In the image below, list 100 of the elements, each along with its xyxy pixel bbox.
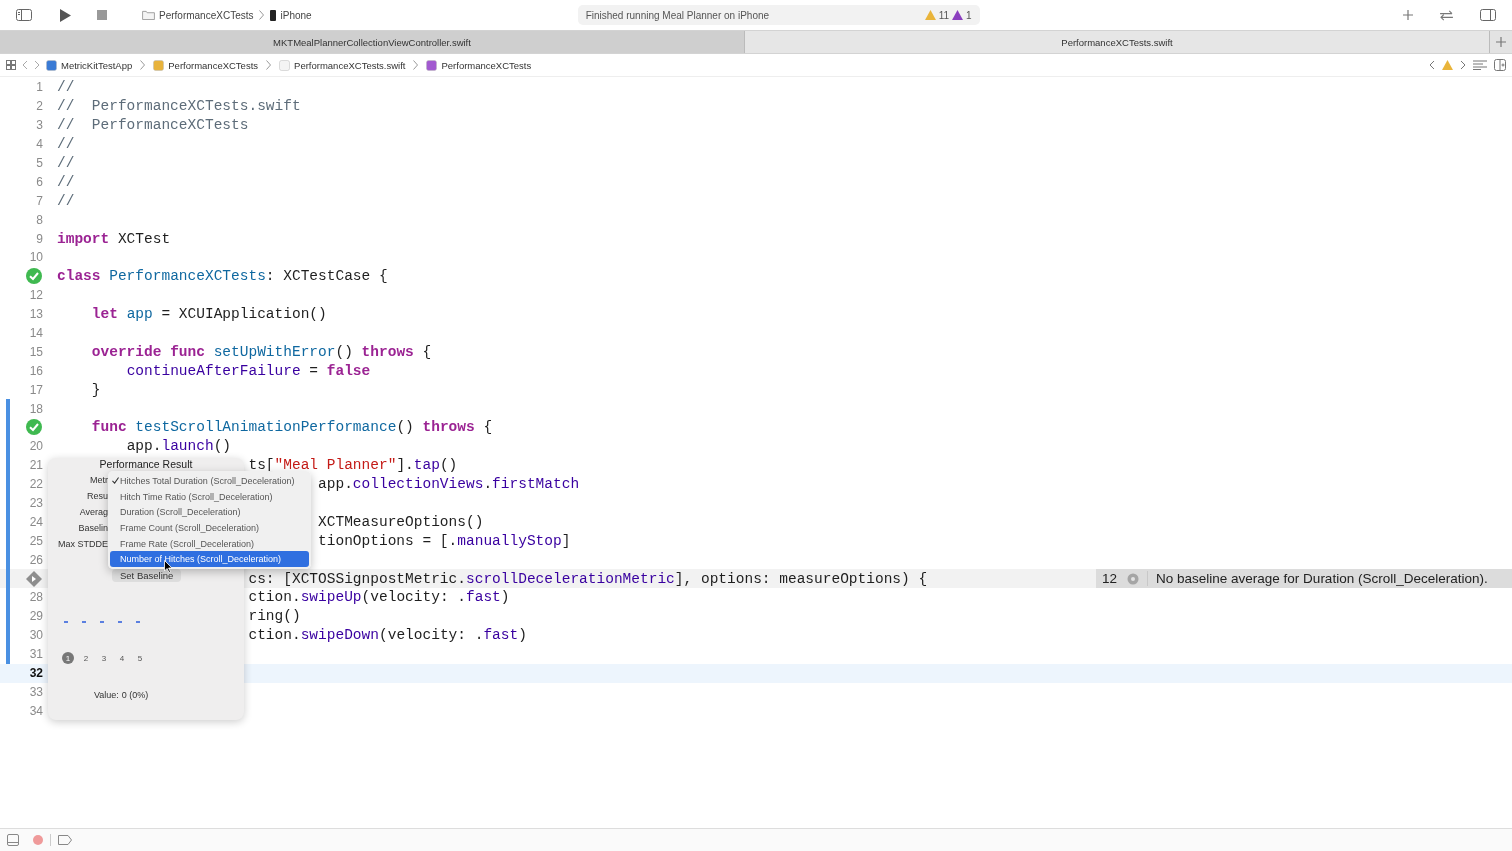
warning-icon[interactable] bbox=[924, 10, 936, 20]
menu-item[interactable]: Hitches Total Duration (Scroll_Deceleration) bbox=[110, 473, 309, 489]
warning-count: 11 bbox=[938, 9, 950, 21]
warning-icon[interactable] bbox=[1442, 60, 1453, 70]
code-line: continueAfterFailure = false bbox=[126, 362, 371, 379]
line-number: 24 bbox=[29, 514, 43, 529]
code-line: class PerformanceXCTests: XCTestCase { bbox=[57, 268, 388, 285]
line-number: 3 bbox=[36, 118, 43, 133]
line-number: 12 bbox=[29, 288, 43, 303]
line-number: 1 bbox=[36, 80, 43, 95]
line-number: 30 bbox=[29, 628, 43, 643]
gear-icon[interactable] bbox=[1127, 572, 1140, 585]
result-count: 12 bbox=[1102, 571, 1119, 587]
line-number: 31 bbox=[29, 647, 43, 662]
status-text: Finished running Meal Planner on iPhone bbox=[585, 9, 770, 21]
menu-item[interactable]: Frame Rate (Scroll_Deceleration) bbox=[110, 535, 309, 552]
value-label: Value: bbox=[94, 690, 119, 700]
destination-selector[interactable]: iPhone bbox=[280, 9, 312, 21]
line-number: 22 bbox=[29, 477, 43, 492]
line-number: 16 bbox=[29, 363, 43, 378]
line-number: 2 bbox=[36, 99, 43, 114]
breadcrumb-item[interactable]: MetricKitTestApp bbox=[61, 59, 133, 71]
code-line: // bbox=[57, 155, 75, 171]
add-tab-icon[interactable] bbox=[1496, 37, 1506, 47]
test-run-icon[interactable] bbox=[26, 570, 42, 587]
value-text: 0 (0%) bbox=[121, 690, 149, 700]
code-line: ction.swipeDown(velocity: .fast) bbox=[248, 627, 527, 644]
debug-area-icon[interactable] bbox=[7, 834, 19, 846]
code-line: ction.swipeUp(velocity: .fast) bbox=[248, 589, 510, 606]
line-number: 14 bbox=[29, 326, 43, 340]
line-number: 9 bbox=[36, 231, 43, 246]
field-label: Resu bbox=[87, 490, 108, 502]
previous-issue-icon[interactable] bbox=[1429, 60, 1435, 70]
line-number: 7 bbox=[36, 193, 43, 208]
field-label: Averag bbox=[79, 506, 108, 518]
line-number: 20 bbox=[29, 439, 43, 454]
test-passed-icon[interactable] bbox=[26, 268, 42, 285]
scheme-selector[interactable]: PerformanceXCTests bbox=[159, 9, 254, 21]
menu-item[interactable]: Duration (Scroll_Deceleration) bbox=[110, 504, 309, 521]
menu-item[interactable]: Hitch Time Ratio (Scroll_Deceleration) bbox=[110, 488, 309, 505]
issue-count: 1 bbox=[966, 9, 972, 21]
run-icon[interactable] bbox=[60, 8, 71, 22]
chevron-icon bbox=[266, 60, 272, 70]
line-number: 33 bbox=[29, 684, 43, 699]
tag-icon[interactable] bbox=[58, 835, 72, 845]
phone-icon bbox=[270, 9, 277, 21]
editor-options-icon[interactable] bbox=[1473, 60, 1487, 70]
line-number: 10 bbox=[29, 250, 43, 265]
swap-arrows-icon[interactable] bbox=[1439, 9, 1454, 21]
set-baseline-button[interactable]: Set Baseline bbox=[112, 569, 182, 582]
code-line: // bbox=[57, 136, 75, 153]
code-line: import XCTest bbox=[57, 230, 171, 247]
breadcrumb-item[interactable]: PerformanceXCTests.swift bbox=[294, 59, 406, 71]
line-number: 15 bbox=[29, 344, 43, 359]
line-number: 8 bbox=[36, 212, 43, 227]
code-line: // bbox=[57, 192, 75, 209]
line-number: 5 bbox=[36, 156, 43, 170]
code-line: tionOptions = [.manuallyStop] bbox=[318, 532, 571, 549]
add-editor-icon[interactable] bbox=[1494, 59, 1506, 71]
line-number: 18 bbox=[29, 401, 43, 416]
line-number: 6 bbox=[36, 174, 43, 189]
code-line: override func setUpWithError() throws { bbox=[91, 343, 432, 360]
code-line: cs: [XCTOSSignpostMetric.scrollDecelerationMetric], options: measureOptions) { bbox=[248, 570, 928, 587]
performance-message: No baseline average for Duration (Scroll_Deceleration). bbox=[1147, 571, 1488, 587]
menu-item[interactable]: Number of Hitches (Scroll_Deceleration) bbox=[110, 551, 309, 568]
issue-icon[interactable] bbox=[952, 10, 964, 20]
iteration-button[interactable]: 3 bbox=[98, 652, 110, 664]
breadcrumb-item[interactable]: PerformanceXCTests bbox=[441, 59, 532, 71]
iteration-button[interactable]: 4 bbox=[116, 652, 128, 664]
line-number: 23 bbox=[29, 496, 43, 511]
line-number: 29 bbox=[29, 609, 43, 624]
iteration-button[interactable]: 5 bbox=[134, 652, 146, 664]
grid-icon[interactable] bbox=[6, 60, 16, 70]
next-issue-icon[interactable] bbox=[1460, 60, 1466, 70]
line-number: 17 bbox=[29, 382, 43, 397]
code-line: // PerformanceXCTests bbox=[57, 117, 249, 134]
iteration-button[interactable]: 1 bbox=[62, 652, 74, 664]
forward-icon[interactable] bbox=[34, 60, 40, 70]
breakpoint-icon[interactable] bbox=[33, 835, 43, 845]
folder-icon bbox=[142, 10, 155, 20]
line-number: 32 bbox=[29, 666, 43, 681]
editor-tab[interactable]: MKTMealPlannerCollectionViewController.swift bbox=[0, 31, 745, 53]
line-number: 28 bbox=[29, 590, 43, 605]
sidebar-toggle-icon[interactable] bbox=[16, 9, 32, 21]
back-icon[interactable] bbox=[22, 60, 28, 70]
field-label: Metr bbox=[90, 474, 108, 486]
breadcrumb-item[interactable]: PerformanceXCTests bbox=[168, 59, 259, 71]
test-passed-icon[interactable] bbox=[26, 419, 42, 436]
file-type-icon bbox=[46, 59, 57, 71]
line-number: 4 bbox=[36, 137, 43, 152]
code-line: XCTMeasureOptions() bbox=[318, 513, 484, 530]
pointer-icon bbox=[164, 560, 173, 573]
iteration-button[interactable]: 2 bbox=[80, 652, 92, 664]
inspector-toggle-icon[interactable] bbox=[1480, 9, 1496, 21]
menu-item[interactable]: Frame Count (Scroll_Deceleration) bbox=[110, 520, 309, 536]
line-number: 25 bbox=[29, 533, 43, 548]
add-icon[interactable] bbox=[1403, 10, 1413, 20]
field-label: Baselin bbox=[78, 522, 108, 534]
field-label: Max STDDE bbox=[58, 538, 108, 550]
file-type-icon bbox=[279, 59, 291, 71]
